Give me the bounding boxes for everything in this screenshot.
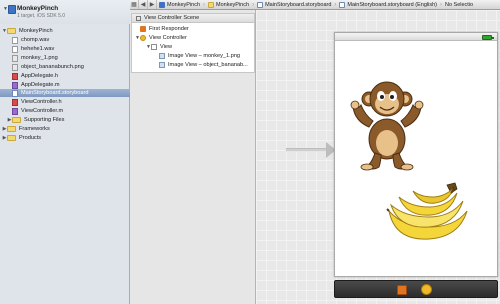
nav-item-label: AppDelegate.m xyxy=(21,82,60,88)
image-file-icon xyxy=(12,54,18,62)
nav-item-label: ViewController.m xyxy=(21,108,64,114)
view-controller-icon xyxy=(140,35,146,41)
nav-item-label: Supporting Files xyxy=(24,117,65,123)
nav-item-label: MainStoryboard.storyboard xyxy=(21,90,89,96)
header-file-icon xyxy=(12,98,18,106)
breadcrumb-selection[interactable]: No Selectio xyxy=(443,2,475,8)
back-arrow-icon[interactable]: ◀ xyxy=(139,0,148,9)
first-responder-icon[interactable] xyxy=(397,285,407,295)
breadcrumb-separator-icon: › xyxy=(334,1,337,8)
view-controller-icon[interactable] xyxy=(421,284,432,295)
battery-icon xyxy=(482,34,494,40)
view-icon xyxy=(151,44,157,50)
audio-file-icon xyxy=(12,36,18,44)
nav-item-hehehe1-wav[interactable]: hehehe1.wav xyxy=(12,45,128,53)
scene-dock xyxy=(334,280,498,298)
header-file-icon xyxy=(12,72,18,80)
banana-bunch-image-view[interactable] xyxy=(385,181,471,247)
outline-item-view[interactable]: ▼ View xyxy=(146,43,172,51)
nav-item-label: object_bananabunch.png xyxy=(21,64,84,70)
initial-scene-arrow xyxy=(286,148,328,152)
outline-item-label: View Controller xyxy=(149,35,187,41)
project-navigator: ▼ MonkeyPinch 1 target, iOS SDK 5.0 ▼ Mo… xyxy=(0,0,130,304)
jump-bar: ▦ ◀ ▶ MonkeyPinch › MonkeyPinch › MainSt… xyxy=(130,0,500,10)
storyboard-file-icon xyxy=(257,1,264,8)
forward-arrow-icon[interactable]: ▶ xyxy=(148,0,157,9)
nav-item-appdelegate-m[interactable]: AppDelegate.m xyxy=(12,81,128,89)
nav-item-label: monkey_1.png xyxy=(21,55,58,61)
breadcrumb-project[interactable]: MonkeyPinch xyxy=(157,1,202,8)
nav-item-mainstoryboard[interactable]: MainStoryboard.storyboard xyxy=(0,89,130,97)
storyboard-canvas[interactable] xyxy=(256,10,500,304)
breadcrumb-label: MainStoryboard.storyboard (English) xyxy=(347,1,437,8)
outline-item-first-responder[interactable]: First Responder xyxy=(140,25,189,33)
breadcrumb-separator-icon: › xyxy=(203,1,206,8)
scene-title: View Controller Scene xyxy=(144,15,200,21)
outline-item-label: First Responder xyxy=(149,26,189,32)
outline-item-label: View xyxy=(160,44,173,50)
storyboard-file-icon xyxy=(12,89,18,97)
image-file-icon xyxy=(12,63,18,71)
breadcrumb-group[interactable]: MonkeyPinch xyxy=(206,1,251,8)
outline-item-label: Image View – object_bananab... xyxy=(168,62,248,68)
related-items-icon[interactable]: ▦ xyxy=(130,0,139,9)
outline-item-label: Image View – monkey_1.png xyxy=(168,53,241,59)
folder-icon xyxy=(7,126,16,132)
breadcrumb-label: MonkeyPinch xyxy=(167,1,201,8)
nav-item-chomp-wav[interactable]: chomp.wav xyxy=(12,36,128,44)
nav-item-monkey-png[interactable]: monkey_1.png xyxy=(12,54,128,62)
outline-item-image-view-monkey[interactable]: Image View – monkey_1.png xyxy=(159,52,240,60)
folder-icon xyxy=(7,135,16,141)
outline-list: View Controller Scene First Responder ▼ … xyxy=(131,13,255,73)
outline-item-view-controller[interactable]: ▼ View Controller xyxy=(135,34,187,42)
project-header[interactable]: ▼ MonkeyPinch 1 target, iOS SDK 5.0 xyxy=(0,0,130,24)
project-name: MonkeyPinch xyxy=(17,5,59,12)
folder-icon xyxy=(208,1,215,8)
outline-scene-header[interactable]: View Controller Scene xyxy=(132,14,254,23)
nav-item-monkeypinch-group[interactable]: ▼ MonkeyPinch xyxy=(2,27,128,35)
view-controller-scene[interactable] xyxy=(334,32,498,277)
nav-item-appdelegate-h[interactable]: AppDelegate.h xyxy=(12,72,128,80)
nav-item-label: Frameworks xyxy=(19,126,50,132)
outline-item-image-view-banana[interactable]: Image View – object_bananab... xyxy=(159,61,248,69)
storyboard-file-icon xyxy=(339,1,346,8)
nav-item-bananabunch-png[interactable]: object_bananabunch.png xyxy=(12,63,128,71)
source-file-icon xyxy=(12,107,18,115)
nav-item-label: hehehe1.wav xyxy=(21,46,55,52)
nav-item-viewcontroller-h[interactable]: ViewController.h xyxy=(12,98,128,106)
nav-item-label: ViewController.h xyxy=(21,99,62,105)
breadcrumb-separator-icon: › xyxy=(252,1,255,8)
nav-item-frameworks[interactable]: ▶ Frameworks xyxy=(2,125,128,133)
nav-item-products[interactable]: ▶ Products xyxy=(2,134,128,142)
nav-item-label: Products xyxy=(19,135,42,141)
breadcrumb-label: No Selectio xyxy=(444,1,474,8)
nav-item-supporting-files[interactable]: ▶ Supporting Files xyxy=(7,116,128,124)
nav-item-label: chomp.wav xyxy=(21,37,50,43)
first-responder-icon xyxy=(140,26,146,32)
folder-icon xyxy=(7,28,16,34)
breadcrumb-separator-icon: › xyxy=(439,1,442,8)
monkey-image-view[interactable] xyxy=(349,77,425,173)
breadcrumb-label: MainStoryboard.storyboard xyxy=(265,1,332,8)
audio-file-icon xyxy=(12,45,18,53)
simulated-status-bar xyxy=(335,33,497,41)
project-subtitle: 1 target, iOS SDK 5.0 xyxy=(17,13,66,19)
image-view-icon xyxy=(159,53,165,59)
nav-item-label: AppDelegate.h xyxy=(21,73,59,79)
folder-icon xyxy=(12,117,21,123)
nav-item-label: MonkeyPinch xyxy=(19,28,53,34)
document-outline: View Controller Scene First Responder ▼ … xyxy=(130,10,256,304)
image-view-icon xyxy=(159,62,165,68)
source-file-icon xyxy=(12,81,18,89)
breadcrumb-localization[interactable]: MainStoryboard.storyboard (English) xyxy=(337,1,439,8)
nav-item-viewcontroller-m[interactable]: ViewController.m xyxy=(12,107,128,115)
breadcrumb-label: MonkeyPinch xyxy=(216,1,250,8)
scene-icon xyxy=(136,15,141,21)
breadcrumb-storyboard[interactable]: MainStoryboard.storyboard xyxy=(255,1,333,8)
project-icon xyxy=(8,5,16,14)
project-icon xyxy=(159,1,165,8)
